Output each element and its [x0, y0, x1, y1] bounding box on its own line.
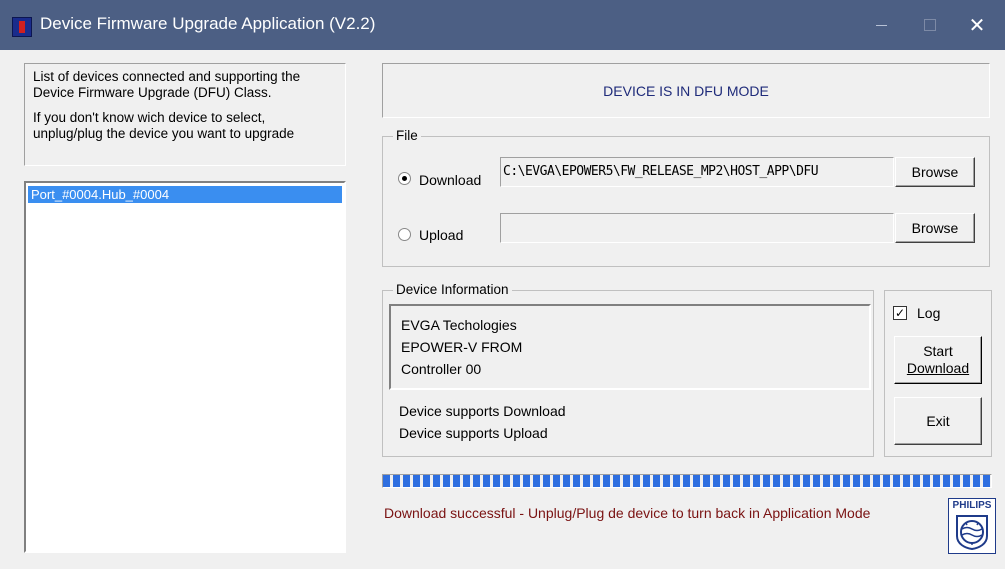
device-supports: Device supports Download Device supports…	[399, 400, 566, 444]
upload-radio-label[interactable]: Upload	[419, 227, 463, 243]
app-icon[interactable]	[12, 17, 32, 37]
upload-path-field[interactable]	[500, 213, 894, 243]
actions-group: ✓ Log Start Download Exit	[884, 290, 992, 457]
device-info-vendor: EVGA Techologies	[401, 317, 517, 333]
download-radio-label[interactable]: Download	[419, 172, 481, 188]
file-group: File Download C:\EVGA\EPOWER5\FW_RELEASE…	[382, 128, 990, 267]
start-download-label-2: Download	[906, 360, 970, 376]
minimize-button[interactable]	[858, 0, 904, 50]
window-title: Device Firmware Upgrade Application (V2.…	[40, 14, 376, 33]
supports-download: Device supports Download	[399, 403, 566, 419]
philips-shield-icon	[956, 515, 988, 550]
download-browse-button[interactable]: Browse	[895, 157, 975, 187]
supports-upload: Device supports Upload	[399, 425, 548, 441]
start-download-label-1: Start	[923, 343, 953, 359]
progress-bar-fill	[383, 475, 991, 487]
checkmark-icon: ✓	[894, 306, 906, 320]
philips-logo-text: PHILIPS	[952, 500, 992, 511]
device-information-group: Device Information EVGA Techologies EPOW…	[382, 282, 874, 457]
download-path-field[interactable]: C:\EVGA\EPOWER5\FW_RELEASE_MP2\HOST_APP\…	[500, 157, 894, 187]
device-list-instructions: List of devices connected and supporting…	[24, 63, 346, 166]
exit-button-label: Exit	[926, 413, 950, 429]
upload-radio[interactable]	[398, 228, 411, 241]
file-group-legend: File	[393, 128, 421, 143]
dfu-window: Device Firmware Upgrade Application (V2.…	[0, 0, 1005, 569]
status-message: Download successful - Unplug/Plug de dev…	[384, 505, 871, 521]
device-list[interactable]: Port_#0004.Hub_#0004	[24, 181, 346, 553]
upload-browse-button[interactable]: Browse	[895, 213, 975, 243]
instructions-line-2: If you don't know wich device to select,…	[33, 110, 295, 141]
exit-button[interactable]: Exit	[894, 397, 982, 445]
device-information-box: EVGA Techologies EPOWER-V FROM Controlle…	[389, 304, 871, 390]
download-radio[interactable]	[398, 172, 411, 185]
dfu-mode-status: DEVICE IS IN DFU MODE	[603, 83, 769, 99]
maximize-button	[906, 0, 952, 50]
progress-bar	[382, 474, 992, 488]
dfu-mode-status-panel: DEVICE IS IN DFU MODE	[382, 63, 990, 118]
philips-logo: PHILIPS	[948, 498, 996, 554]
device-list-item[interactable]: Port_#0004.Hub_#0004	[28, 186, 342, 203]
start-download-button[interactable]: Start Download	[894, 336, 982, 384]
device-information-legend: Device Information	[393, 282, 512, 297]
device-info-controller: Controller 00	[401, 361, 482, 377]
log-checkbox-label[interactable]: Log	[917, 305, 940, 321]
log-checkbox[interactable]: ✓	[893, 306, 907, 320]
close-button[interactable]: ✕	[954, 0, 1000, 50]
device-info-product: EPOWER-V FROM	[401, 339, 523, 355]
title-bar[interactable]: Device Firmware Upgrade Application (V2.…	[0, 0, 1005, 50]
instructions-line-1: List of devices connected and supporting…	[33, 69, 301, 100]
close-icon: ✕	[968, 13, 986, 37]
